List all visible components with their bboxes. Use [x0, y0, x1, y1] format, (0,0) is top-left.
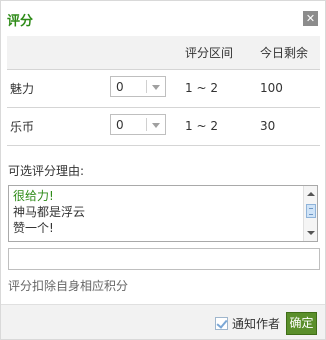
notify-author-checkbox[interactable]: 通知作者	[215, 316, 281, 331]
score-select-value: 0	[116, 118, 124, 132]
close-icon: ✕	[305, 12, 316, 25]
reason-label: 可选评分理由:	[8, 164, 85, 178]
header-range: 评分区间	[185, 45, 234, 60]
close-button[interactable]: ✕	[303, 11, 318, 26]
row-range: 1 ~ 2	[185, 81, 218, 95]
score-select-value: 0	[116, 80, 124, 94]
select-divider	[146, 118, 147, 131]
row-remaining: 100	[260, 81, 283, 95]
table-row: 乐币 0 1 ~ 2 30	[7, 107, 320, 145]
row-remaining: 30	[260, 119, 276, 133]
dialog-title: 评分	[7, 14, 34, 29]
check-icon[interactable]	[215, 316, 228, 330]
select-divider	[146, 80, 147, 93]
arrow-up-icon[interactable]	[307, 192, 315, 196]
reason-option[interactable]: 神马都是浮云	[13, 204, 317, 220]
reason-options: 很给力! 神马都是浮云 赞一个!	[9, 186, 317, 236]
row-name: 魅力	[10, 81, 35, 96]
rate-dialog: 评分 ✕ 评分区间 今日剩余 魅力 0 1 ~ 2 100 乐币 0 1 ~ 2…	[0, 0, 326, 340]
dialog-footer: 通知作者 确定	[1, 304, 325, 339]
reason-option[interactable]: 很给力!	[13, 188, 317, 204]
reason-scrollbar[interactable]	[303, 186, 317, 241]
reason-input[interactable]	[8, 248, 320, 270]
header-remaining: 今日剩余	[260, 45, 309, 60]
chevron-down-icon	[152, 123, 160, 128]
title-bar: 评分 ✕	[1, 1, 325, 35]
row-range: 1 ~ 2	[185, 119, 218, 133]
reason-option[interactable]: 赞一个!	[13, 220, 317, 236]
scroll-thumb[interactable]	[306, 204, 316, 218]
header-name	[7, 36, 110, 69]
notify-author-label: 通知作者	[232, 316, 281, 331]
deduction-note: 评分扣除自身相应积分	[8, 279, 129, 293]
score-select-charm[interactable]: 0	[110, 76, 166, 97]
row-name: 乐币	[10, 119, 35, 134]
table-row: 魅力 0 1 ~ 2 100	[7, 69, 320, 107]
arrow-down-icon[interactable]	[307, 231, 315, 235]
table-header-row: 评分区间 今日剩余	[7, 36, 320, 69]
chevron-down-icon	[152, 85, 160, 90]
header-select	[110, 36, 185, 69]
score-select-coins[interactable]: 0	[110, 114, 166, 135]
reason-listbox[interactable]: 很给力! 神马都是浮云 赞一个!	[8, 185, 318, 242]
rate-table: 评分区间 今日剩余 魅力 0 1 ~ 2 100 乐币 0 1 ~ 2 30	[7, 36, 320, 146]
confirm-button[interactable]: 确定	[286, 312, 317, 335]
